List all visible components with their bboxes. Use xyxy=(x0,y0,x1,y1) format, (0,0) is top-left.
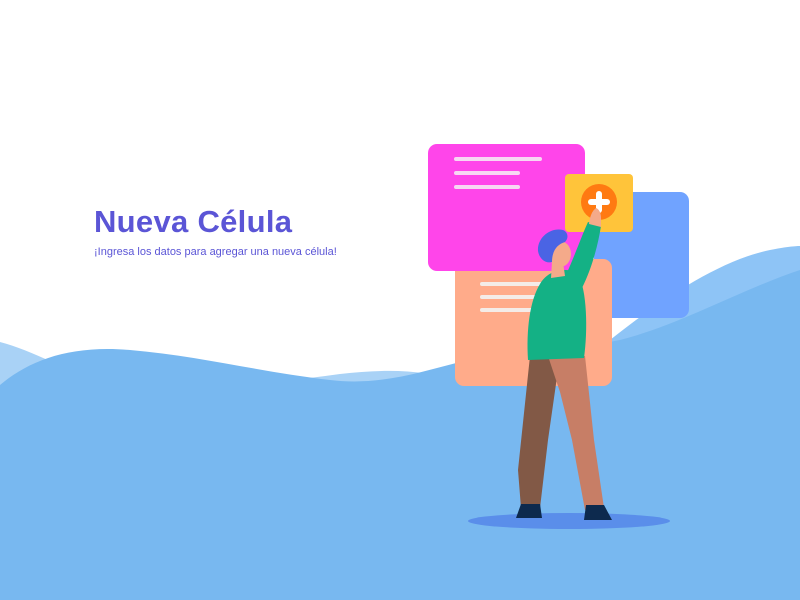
new-cell-splash: Nueva Célula ¡Ingresa los datos para agr… xyxy=(0,0,800,600)
floor-shadow xyxy=(468,513,670,529)
person-shoe-back xyxy=(516,504,542,518)
add-cell-illustration xyxy=(428,144,689,529)
person-shoe-front xyxy=(584,505,612,520)
